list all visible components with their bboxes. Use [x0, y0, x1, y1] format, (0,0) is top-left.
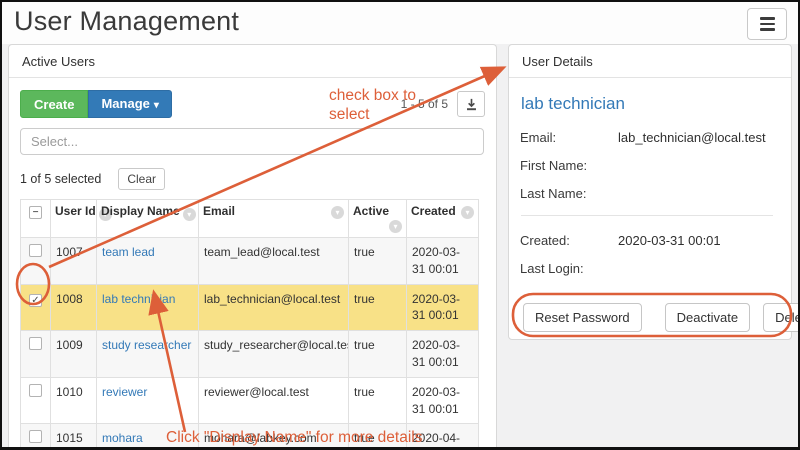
- export-button[interactable]: [457, 91, 485, 117]
- column-menu-icon[interactable]: ▾: [461, 206, 474, 219]
- table-row: 1007 team lead team_lead@local.test true…: [21, 238, 479, 285]
- created-cell: 2020-03-31 00:01: [407, 238, 479, 285]
- clear-selection-button[interactable]: Clear: [118, 168, 165, 190]
- annotation-display-name-note: Click "Display Name" for more details: [166, 429, 423, 448]
- user-id-cell: 1015: [51, 424, 97, 450]
- last-login-label: Last Login:: [520, 261, 618, 276]
- row-checkbox[interactable]: [29, 430, 42, 443]
- divider: [521, 215, 773, 216]
- annotation-checkbox-note: check box to select: [329, 87, 425, 124]
- column-header-user-id[interactable]: User Id▾: [51, 200, 97, 238]
- column-header-display-name[interactable]: Display Name▾: [97, 200, 199, 238]
- hamburger-icon: [760, 28, 775, 31]
- user-details-panel: User Details lab technician Email: lab_t…: [508, 44, 792, 340]
- active-cell: true: [349, 331, 407, 378]
- display-name-link[interactable]: mohara: [102, 431, 143, 445]
- delete-button[interactable]: Delete: [763, 303, 800, 332]
- email-cell: lab_technician@local.test: [199, 284, 349, 331]
- chevron-down-icon: ▾: [154, 100, 159, 111]
- row-checkbox-checked[interactable]: ✓: [29, 294, 42, 307]
- created-cell: 2020-03-31 00:01: [407, 284, 479, 331]
- active-cell: true: [349, 284, 407, 331]
- active-users-panel-title: Active Users: [9, 45, 496, 78]
- display-name-link[interactable]: study researcher: [102, 338, 191, 352]
- table-header-row: − User Id▾ Display Name▾ Email▾ Active▾ …: [21, 200, 479, 238]
- user-id-cell: 1007: [51, 238, 97, 285]
- active-cell: true: [349, 238, 407, 285]
- email-label: Email:: [520, 130, 618, 145]
- row-checkbox[interactable]: [29, 337, 42, 350]
- table-row-selected: ✓ 1008 lab technician lab_technician@loc…: [21, 284, 479, 331]
- user-details-panel-title: User Details: [509, 45, 791, 78]
- row-checkbox[interactable]: [29, 384, 42, 397]
- selection-status: 1 of 5 selected: [20, 172, 101, 186]
- active-cell: true: [349, 377, 407, 424]
- email-cell: team_lead@local.test: [199, 238, 349, 285]
- created-value: 2020-03-31 00:01: [618, 233, 721, 248]
- column-header-email[interactable]: Email▾: [199, 200, 349, 238]
- column-menu-icon[interactable]: ▾: [389, 220, 402, 233]
- display-name-link[interactable]: reviewer: [102, 385, 147, 399]
- filter-select-input[interactable]: [20, 128, 484, 155]
- column-header-active[interactable]: Active▾: [349, 200, 407, 238]
- email-cell: reviewer@local.test: [199, 377, 349, 424]
- hamburger-icon: [760, 17, 775, 20]
- reset-password-button[interactable]: Reset Password: [523, 303, 642, 332]
- create-button[interactable]: Create: [20, 90, 88, 118]
- email-cell: study_researcher@local.test: [199, 331, 349, 378]
- user-id-cell: 1009: [51, 331, 97, 378]
- column-header-created[interactable]: Created▾: [407, 200, 479, 238]
- page-title: User Management: [14, 6, 239, 37]
- menu-button[interactable]: [747, 8, 787, 40]
- row-checkbox[interactable]: [29, 244, 42, 257]
- download-icon: [465, 98, 478, 111]
- app-window: User Management Active Users Create Mana…: [0, 0, 800, 450]
- user-id-cell: 1008: [51, 284, 97, 331]
- table-row: 1010 reviewer reviewer@local.test true 2…: [21, 377, 479, 424]
- users-table: − User Id▾ Display Name▾ Email▾ Active▾ …: [20, 199, 479, 450]
- last-name-label: Last Name:: [520, 186, 618, 201]
- display-name-link[interactable]: lab technician: [102, 292, 175, 306]
- deactivate-button[interactable]: Deactivate: [665, 303, 750, 332]
- first-name-label: First Name:: [520, 158, 618, 173]
- display-name-link[interactable]: team lead: [102, 245, 155, 259]
- created-cell: 2020-03-31 00:01: [407, 377, 479, 424]
- created-cell: 2020-03-31 00:01: [407, 331, 479, 378]
- created-label: Created:: [520, 233, 618, 248]
- select-all-checkbox[interactable]: −: [29, 206, 42, 219]
- manage-dropdown-button[interactable]: Manage▾: [88, 90, 171, 118]
- table-row: 1009 study researcher study_researcher@l…: [21, 331, 479, 378]
- email-value: lab_technician@local.test: [618, 130, 766, 145]
- column-menu-icon[interactable]: ▾: [331, 206, 344, 219]
- user-id-cell: 1010: [51, 377, 97, 424]
- column-menu-icon[interactable]: ▾: [183, 208, 196, 221]
- detail-display-name-link[interactable]: lab technician: [521, 94, 780, 114]
- hamburger-icon: [760, 23, 775, 26]
